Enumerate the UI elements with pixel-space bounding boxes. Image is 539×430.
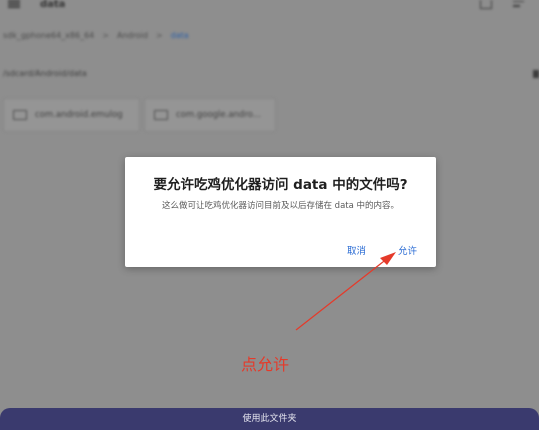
cancel-button[interactable]: 取消 (347, 243, 366, 257)
dialog-message: 这么做可让吃鸡优化器访问目前及以后存储在 data 中的内容。 (161, 201, 400, 211)
folder-name: com.google.andro... (176, 110, 261, 120)
breadcrumb: sdk_gphone64_x86_64 > Android > data (3, 31, 189, 40)
sort-icon[interactable] (513, 1, 524, 8)
breadcrumb-item-device[interactable]: sdk_gphone64_x86_64 (3, 31, 94, 40)
breadcrumb-separator: > (102, 31, 109, 40)
allow-button[interactable]: 允许 (398, 243, 417, 257)
path-label: /sdcard/Android/data (3, 69, 87, 78)
folder-icon (154, 110, 168, 120)
breadcrumb-item-android[interactable]: Android (117, 31, 148, 40)
view-toggle-icon[interactable] (533, 70, 539, 78)
annotation-text: 点允许 (241, 355, 290, 374)
folder-icon (13, 110, 27, 120)
folder-item[interactable]: com.google.andro... (144, 98, 276, 132)
permission-dialog: 要允许吃鸡优化器访问 data 中的文件吗? 这么做可让吃鸡优化器访问目前及以后… (125, 157, 436, 267)
menu-icon[interactable] (8, 0, 20, 8)
top-app-bar: data (0, 0, 539, 18)
use-this-folder-button[interactable]: 使用此文件夹 (0, 408, 539, 430)
breadcrumb-item-data[interactable]: data (171, 31, 189, 40)
new-folder-icon[interactable] (480, 0, 492, 9)
folder-name: com.android.emulog (35, 110, 123, 120)
folder-item[interactable]: com.android.emulog (3, 98, 140, 132)
breadcrumb-separator: > (155, 31, 163, 40)
dialog-title: 要允许吃鸡优化器访问 data 中的文件吗? (153, 177, 408, 193)
picker-title: data (40, 0, 66, 10)
